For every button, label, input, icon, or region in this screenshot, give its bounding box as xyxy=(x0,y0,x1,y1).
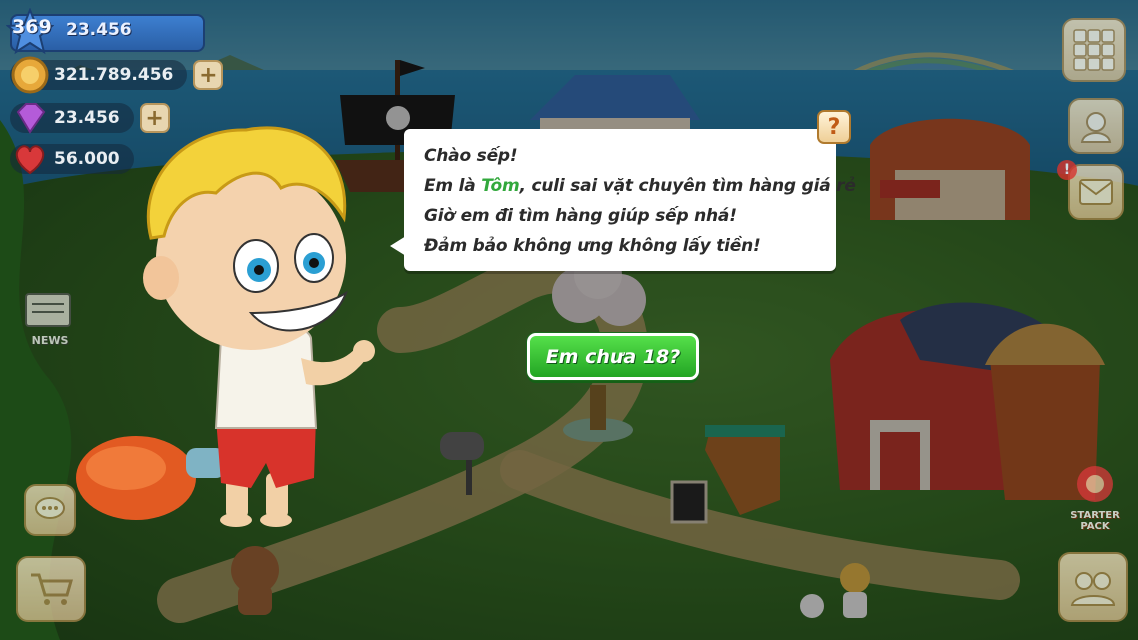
mail-icon xyxy=(1079,179,1113,205)
xp-value: 23.456 xyxy=(66,20,132,40)
friends-icon xyxy=(1070,572,1116,606)
chat-button[interactable] xyxy=(24,484,76,536)
help-icon: ? xyxy=(827,114,841,140)
dialog-line-3: Giờ em đi tìm hàng giúp sếp nhá! xyxy=(424,206,737,226)
character-name: Tôm xyxy=(481,176,520,196)
grid-icon xyxy=(1073,29,1115,71)
tom-character xyxy=(76,126,375,527)
avatar-button[interactable] xyxy=(1068,98,1124,154)
gem-icon xyxy=(10,98,50,138)
avatar-icon xyxy=(1080,112,1112,143)
under-18-button[interactable]: Em chưa 18? xyxy=(527,333,699,380)
news-button[interactable]: NEWS xyxy=(20,290,80,347)
news-icon xyxy=(25,293,71,327)
heart-icon xyxy=(10,139,50,179)
gold-row: 321.789.456 + xyxy=(10,56,224,94)
add-gold-button[interactable]: + xyxy=(193,60,224,90)
dialog-line-4: Đảm bảo không ưng không lấy tiền! xyxy=(424,236,761,256)
friends-button[interactable] xyxy=(1058,552,1128,622)
inventory-grid-button[interactable] xyxy=(1062,18,1126,82)
chat-icon xyxy=(35,497,65,519)
gold-coin-icon xyxy=(10,55,50,95)
dialog-line-2-prefix: Em là xyxy=(424,176,482,196)
starter-pack-button[interactable]: STARTER PACK xyxy=(1062,462,1128,532)
help-button[interactable]: ? xyxy=(817,110,851,144)
starter-pack-label-1: STARTER xyxy=(1070,510,1120,521)
speech-bubble: Chào sếp! Em là Tôm, culi sai vặt chuyên… xyxy=(404,129,856,271)
level-number: 369 xyxy=(12,16,52,38)
dialog-line-1: Chào sếp! xyxy=(424,146,518,166)
starter-pack-label-2: PACK xyxy=(1080,521,1110,532)
plus-icon: + xyxy=(199,62,218,88)
dialog-line-2-suffix: , culi sai vặt chuyên tìm hàng giá rẻ xyxy=(519,176,856,196)
cart-icon xyxy=(31,573,73,605)
dialog-line-2: Em là Tôm, culi sai vặt chuyên tìm hàng … xyxy=(424,171,856,201)
mail-alert-badge: ! xyxy=(1057,160,1077,180)
starter-pack-icon xyxy=(1077,466,1113,502)
shop-cart-button[interactable] xyxy=(16,556,86,622)
news-label: NEWS xyxy=(31,334,69,347)
